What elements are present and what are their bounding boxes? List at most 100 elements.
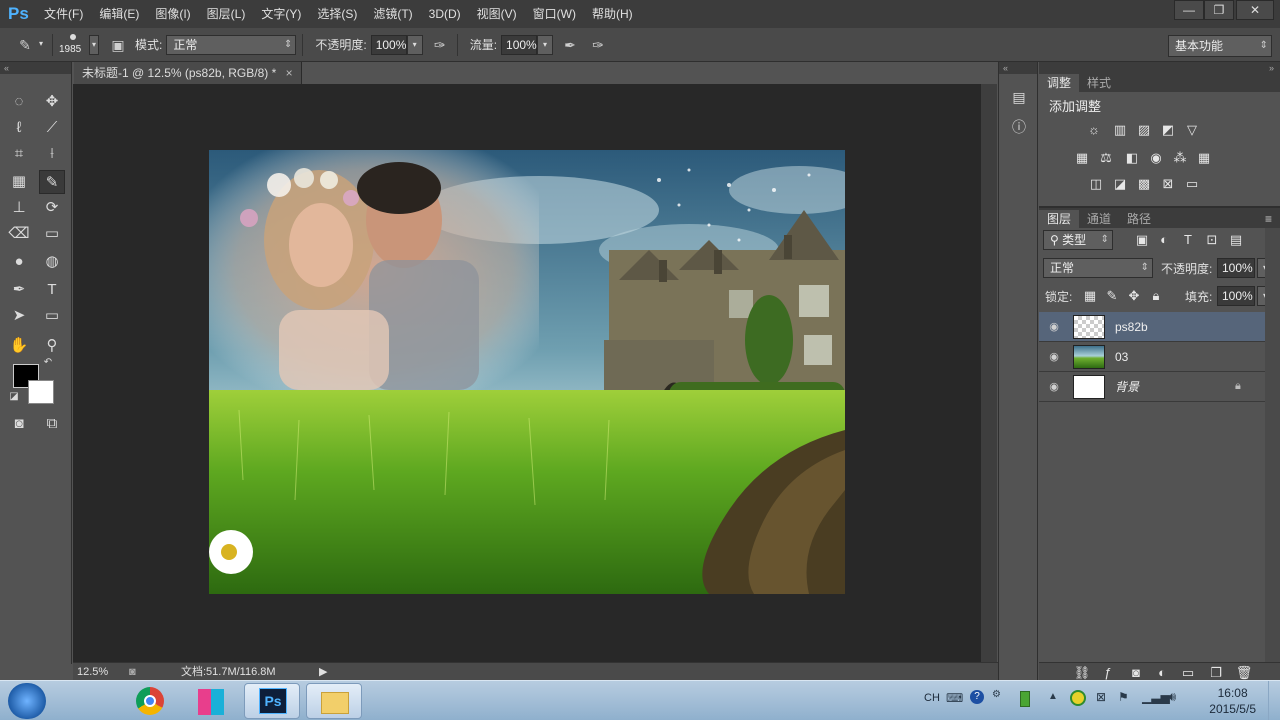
action-center-icon[interactable]: ⚑ — [1118, 690, 1129, 704]
volume-icon[interactable]: 🔊︎ — [1168, 689, 1176, 705]
marquee-tool-icon[interactable]: ◌ — [6, 90, 32, 114]
show-desktop-button[interactable] — [1268, 681, 1280, 720]
move-tool-icon[interactable]: ✥ — [39, 90, 65, 114]
info-panel-icon[interactable]: ⓘ — [1007, 116, 1031, 138]
lock-image-icon[interactable]: ✎ — [1103, 288, 1121, 304]
layer-opacity-input[interactable]: 100% — [1217, 258, 1255, 278]
menu-3d[interactable]: 3D(D) — [421, 0, 469, 28]
quick-select-tool-icon[interactable]: ⟋ — [39, 116, 65, 140]
type-tool-icon[interactable]: T — [39, 278, 65, 302]
color-balance-icon[interactable]: ⚖ — [1097, 150, 1115, 166]
history-brush-tool-icon[interactable]: ⟳ — [39, 196, 65, 220]
color-lookup-icon[interactable]: ▦ — [1195, 150, 1213, 166]
lock-transparent-icon[interactable]: ▦ — [1081, 288, 1099, 304]
rectangle-tool-icon[interactable]: ▭ — [39, 304, 65, 328]
network-icon[interactable]: ⊠ — [1096, 690, 1106, 704]
workspace-scrollbar[interactable] — [981, 84, 997, 662]
visibility-eye-icon[interactable]: ◉ — [1047, 380, 1061, 394]
layers-scrollbar[interactable] — [1265, 228, 1280, 662]
flow-dropdown[interactable]: ▾ — [537, 34, 554, 55]
menu-filter[interactable]: 滤镜(T) — [365, 0, 420, 28]
taskbar-chrome[interactable] — [122, 683, 178, 719]
menu-image[interactable]: 图像(I) — [147, 0, 198, 28]
tab-adjustments[interactable]: 调整 — [1039, 74, 1080, 92]
menu-file[interactable]: 文件(F) — [36, 0, 91, 28]
channel-mixer-icon[interactable]: ⁂ — [1171, 150, 1189, 166]
history-panel-icon[interactable]: ▤ — [1007, 86, 1031, 108]
blend-mode-select[interactable]: 正常 — [1043, 258, 1153, 278]
tab-styles[interactable]: 样式 — [1079, 74, 1119, 92]
menu-window[interactable]: 窗口(W) — [525, 0, 584, 28]
lasso-tool-icon[interactable]: ℓ — [6, 116, 32, 140]
black-white-icon[interactable]: ◧ — [1123, 150, 1141, 166]
hue-saturation-icon[interactable]: ▦ — [1073, 150, 1091, 166]
mode-select[interactable]: 正常 — [166, 34, 297, 55]
brush-tool-icon[interactable]: ✎ — [39, 170, 65, 194]
lock-all-icon[interactable]: 🔒︎ — [1147, 288, 1165, 304]
menu-help[interactable]: 帮助(H) — [584, 0, 641, 28]
layer-filter-select[interactable]: ⚲ 类型 — [1043, 230, 1113, 250]
system-clock[interactable]: 16:08 2015/5/5 — [1209, 685, 1256, 717]
eyedropper-tool-icon[interactable]: ⟊ — [39, 142, 65, 166]
layer-row-03[interactable]: ◉ 03 — [1039, 342, 1265, 372]
menu-edit[interactable]: 编辑(E) — [91, 0, 147, 28]
filter-pixel-icon[interactable]: ▣ — [1133, 232, 1151, 248]
visibility-eye-icon[interactable]: ◉ — [1047, 320, 1061, 334]
gradient-map-icon[interactable]: ▭ — [1183, 176, 1201, 192]
visibility-eye-icon[interactable]: ◉ — [1047, 350, 1061, 364]
delete-layer-icon[interactable]: 🗑︎ — [1235, 665, 1253, 681]
status-menu-icon[interactable]: ◙ — [129, 663, 136, 681]
exposure-icon[interactable]: ◩ — [1159, 122, 1177, 138]
opacity-dropdown[interactable]: ▾ — [406, 34, 423, 55]
settings-icon[interactable]: ⚙ — [992, 689, 1001, 700]
filter-shape-icon[interactable]: ⊡ — [1203, 232, 1221, 248]
keyboard-icon[interactable]: ⌨ — [946, 691, 963, 705]
brush-panel-icon[interactable]: ▣ — [107, 34, 129, 56]
layer-style-icon[interactable]: ƒ — [1099, 665, 1117, 681]
show-hidden-icons[interactable]: ▲ — [1048, 691, 1058, 702]
new-layer-icon[interactable]: ❐ — [1207, 665, 1225, 681]
menu-type[interactable]: 文字(Y) — [253, 0, 309, 28]
add-mask-icon[interactable]: ◙ — [1127, 665, 1145, 681]
vibrance-icon[interactable]: ▽ — [1183, 122, 1201, 138]
menu-layer[interactable]: 图层(L) — [199, 0, 254, 28]
workspace-select[interactable]: 基本功能 — [1168, 35, 1272, 57]
selective-color-icon[interactable]: ⊠ — [1159, 176, 1177, 192]
input-language[interactable]: CH — [924, 692, 940, 704]
default-colors-icon[interactable]: ◪ — [6, 390, 22, 404]
close-document-icon[interactable]: × — [286, 66, 293, 80]
pen-tool-icon[interactable]: ✒ — [6, 278, 32, 302]
brush-size-picker[interactable]: 1985 — [59, 32, 89, 58]
brush-preset-dropdown[interactable]: ▾ — [36, 35, 46, 55]
gradient-tool-icon[interactable]: ▭ — [39, 222, 65, 246]
filter-smart-object-icon[interactable]: ▤ — [1227, 232, 1245, 248]
layer-row-background[interactable]: ◉ 背景 🔒︎ — [1039, 372, 1265, 402]
battery-icon[interactable] — [1020, 691, 1030, 707]
threshold-icon[interactable]: ▩ — [1135, 176, 1153, 192]
document-tab[interactable]: 未标题-1 @ 12.5% (ps82b, RGB/8) * × — [74, 62, 302, 84]
panel-collapse-icon[interactable]: » — [1039, 62, 1280, 74]
brush-preset-icon[interactable]: ✎ — [14, 34, 36, 56]
signal-icon[interactable]: ▁▃▅ — [1142, 690, 1170, 704]
eraser-tool-icon[interactable]: ⌫ — [6, 222, 32, 246]
dock-collapse-icon[interactable]: « — [999, 62, 1037, 74]
zoom-tool-icon[interactable]: ⚲ — [39, 334, 65, 358]
pressure-opacity-icon[interactable]: ✑ — [429, 34, 451, 56]
photo-filter-icon[interactable]: ◉ — [1147, 150, 1165, 166]
invert-icon[interactable]: ◫ — [1087, 176, 1105, 192]
posterize-icon[interactable]: ◪ — [1111, 176, 1129, 192]
restore-button[interactable]: ❐ — [1204, 0, 1234, 20]
tab-paths[interactable]: 路径 — [1119, 210, 1159, 228]
status-arrow-icon[interactable]: ▶ — [319, 663, 327, 681]
tab-channels[interactable]: 通道 — [1079, 210, 1119, 228]
taskbar-app-colors[interactable] — [182, 683, 238, 719]
new-group-icon[interactable]: ▭ — [1179, 665, 1197, 681]
tab-layers[interactable]: 图层 — [1039, 210, 1080, 228]
curves-icon[interactable]: ▨ — [1135, 122, 1153, 138]
minimize-button[interactable]: — — [1174, 0, 1204, 20]
zoom-level[interactable]: 12.5% — [77, 663, 108, 681]
quick-mask-icon[interactable]: ◙ — [6, 412, 32, 436]
start-button[interactable] — [8, 683, 46, 719]
swap-colors-icon[interactable]: ↶ — [40, 356, 56, 370]
menu-view[interactable]: 视图(V) — [469, 0, 525, 28]
